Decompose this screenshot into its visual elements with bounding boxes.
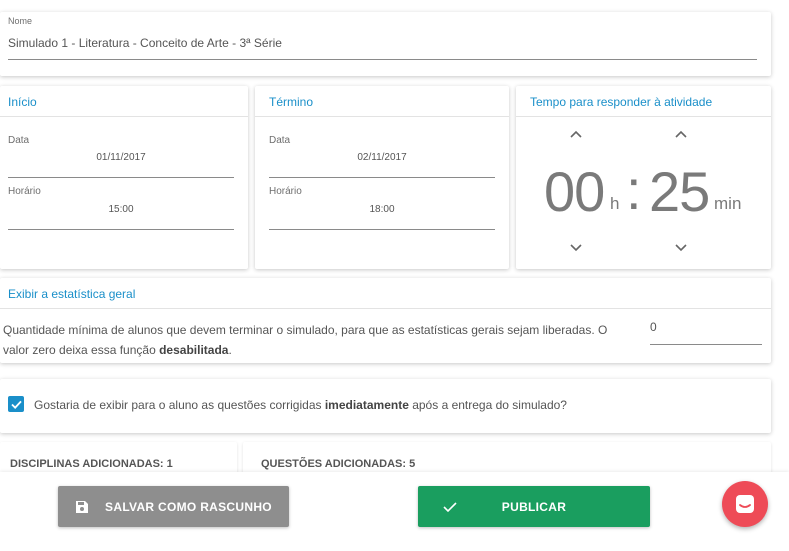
name-label: Nome [8,16,33,26]
start-time-field[interactable]: 15:00 [8,204,234,230]
hours-up-chevron-icon[interactable] [570,128,582,140]
min-students-input[interactable]: 0 [650,318,762,345]
end-date-field[interactable]: 02/11/2017 [269,152,495,178]
save-draft-label: SALVAR COMO RASCUNHO [105,499,272,514]
check-icon [10,400,22,409]
minutes-down-chevron-icon[interactable] [675,242,687,254]
show-corrected-text-bold: imediatamente [324,398,409,412]
start-date-value: 01/11/2017 [96,152,146,163]
start-date-label: Data [8,135,30,146]
timer-title: Tempo para responder à atividade [516,86,771,117]
show-corrected-checkbox[interactable] [8,396,24,412]
floppy-disk-icon [76,500,89,513]
time-separator: : [626,158,642,221]
name-field[interactable]: Simulado 1 - Literatura - Conceito de Ar… [8,34,757,60]
name-value: Simulado 1 - Literatura - Conceito de Ar… [8,36,282,50]
publish-label: PUBLICAR [501,499,567,514]
end-date-label: Data [269,135,291,146]
minutes-unit: min [714,194,742,213]
end-time-value: 18:00 [369,204,395,215]
start-date-field[interactable]: 01/11/2017 [8,152,234,178]
start-title: Início [0,86,248,117]
show-corrected-card: Gostaria de exibir para o aluno as quest… [0,379,771,433]
statistics-description-text: Quantidade mínima de alunos que devem te… [3,323,608,357]
minutes-up-chevron-icon[interactable] [675,128,687,140]
start-card: Início Data 01/11/2017 Horário 15:00 [0,86,248,269]
statistics-description: Quantidade mínima de alunos que devem te… [3,320,618,360]
name-card: Nome Simulado 1 - Literatura - Conceito … [0,12,771,76]
statistics-description-end: . [228,343,232,357]
chat-button[interactable] [722,481,768,527]
statistics-card: Exibir a estatística geral Quantidade mí… [0,278,771,363]
show-corrected-text-2: após a entrega do simulado? [408,398,567,412]
hours-down-chevron-icon[interactable] [570,242,582,254]
publish-button[interactable]: PUBLICAR [418,486,650,527]
hours-value: 00 [544,160,605,223]
statistics-description-bold: desabilitada [159,343,229,357]
end-title: Término [255,86,509,117]
end-time-label: Horário [269,186,302,197]
questions-count: QUESTÕES ADICIONADAS: 5 [261,458,416,470]
start-time-value: 15:00 [108,204,134,215]
min-students-value: 0 [650,320,657,334]
timer-card: Tempo para responder à atividade 00 h : … [516,86,771,269]
chat-icon [736,495,754,513]
end-card: Término Data 02/11/2017 Horário 18:00 [255,86,509,269]
show-corrected-text: Gostaria de exibir para o aluno as quest… [34,398,567,412]
start-time-label: Horário [8,186,41,197]
hours-unit: h [610,194,620,213]
show-corrected-text-1: Gostaria de exibir para o aluno as quest… [34,398,325,412]
statistics-title: Exibir a estatística geral [0,278,771,309]
end-date-value: 02/11/2017 [357,152,407,163]
minutes-value: 25 [649,160,710,223]
save-draft-button[interactable]: SALVAR COMO RASCUNHO [58,486,289,527]
disciplines-count: DISCIPLINAS ADICIONADAS: 1 [10,458,173,470]
end-time-field[interactable]: 18:00 [269,204,495,230]
check-icon [443,502,457,512]
